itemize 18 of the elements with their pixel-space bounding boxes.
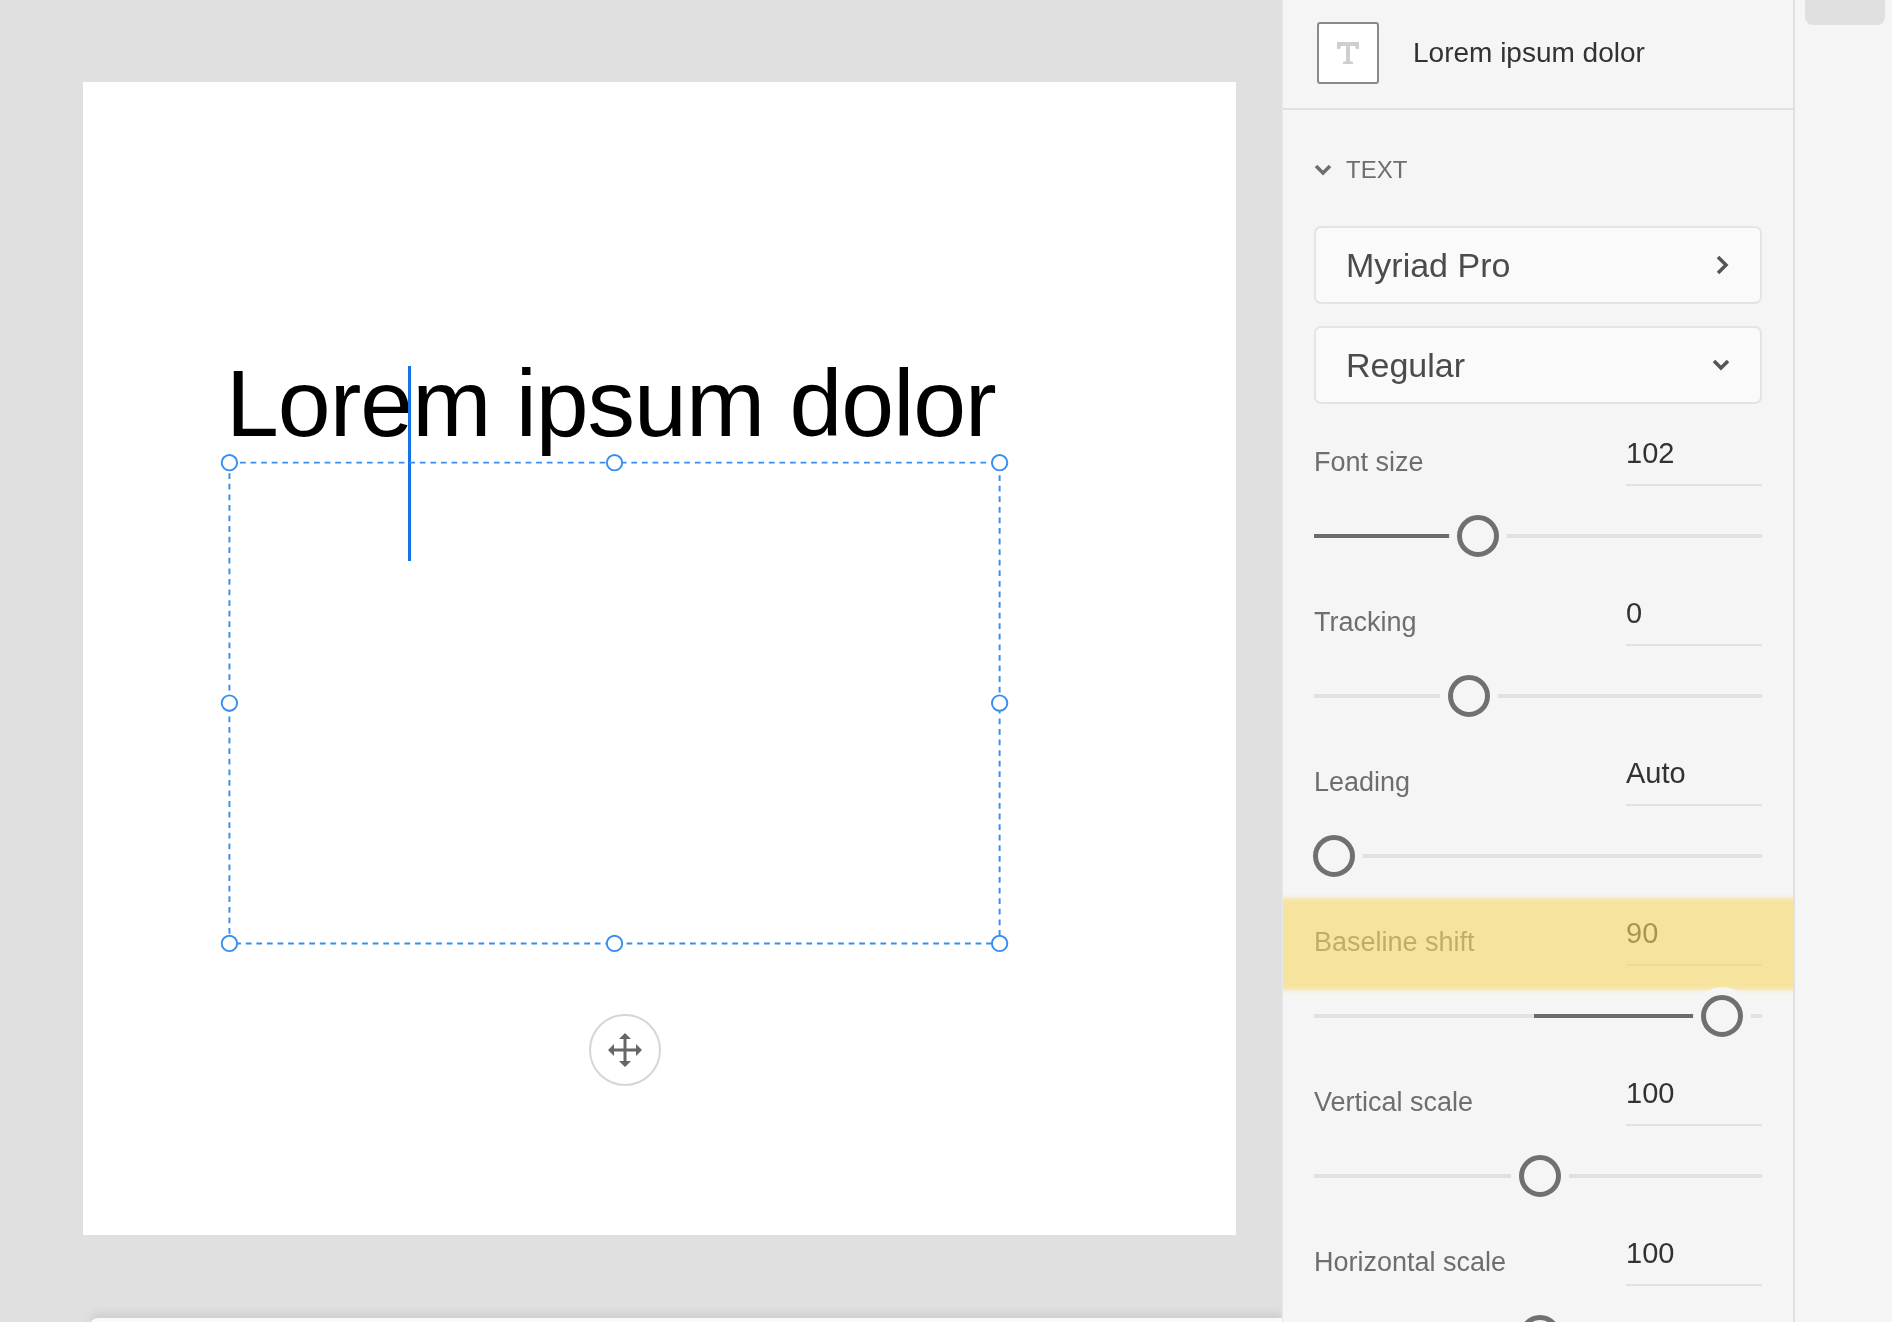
field-label: Font size xyxy=(1314,447,1424,479)
value-field[interactable]: Auto xyxy=(1626,757,1762,806)
field-label: Leading xyxy=(1314,767,1411,799)
chevron-right-icon xyxy=(1716,255,1730,275)
field-label: Vertical scale xyxy=(1314,1087,1474,1119)
value-field[interactable]: 100 xyxy=(1626,1237,1762,1286)
field-label: Horizontal scale xyxy=(1314,1247,1507,1279)
move-icon xyxy=(607,1032,643,1068)
chevron-down-icon xyxy=(1712,359,1730,371)
layer-name: Lorem ipsum dolor xyxy=(1413,37,1645,69)
value-field[interactable]: 102 xyxy=(1626,437,1762,486)
value-field[interactable]: 100 xyxy=(1626,1077,1762,1126)
font-family-dropdown[interactable]: Myriad Pro xyxy=(1314,226,1762,304)
text-layer-icon xyxy=(1317,22,1379,84)
value-field[interactable]: 0 xyxy=(1626,597,1762,646)
section-toggle[interactable]: TEXT xyxy=(1314,156,1793,184)
font-style-dropdown[interactable]: Regular xyxy=(1314,326,1762,404)
field-label: Tracking xyxy=(1314,607,1417,639)
